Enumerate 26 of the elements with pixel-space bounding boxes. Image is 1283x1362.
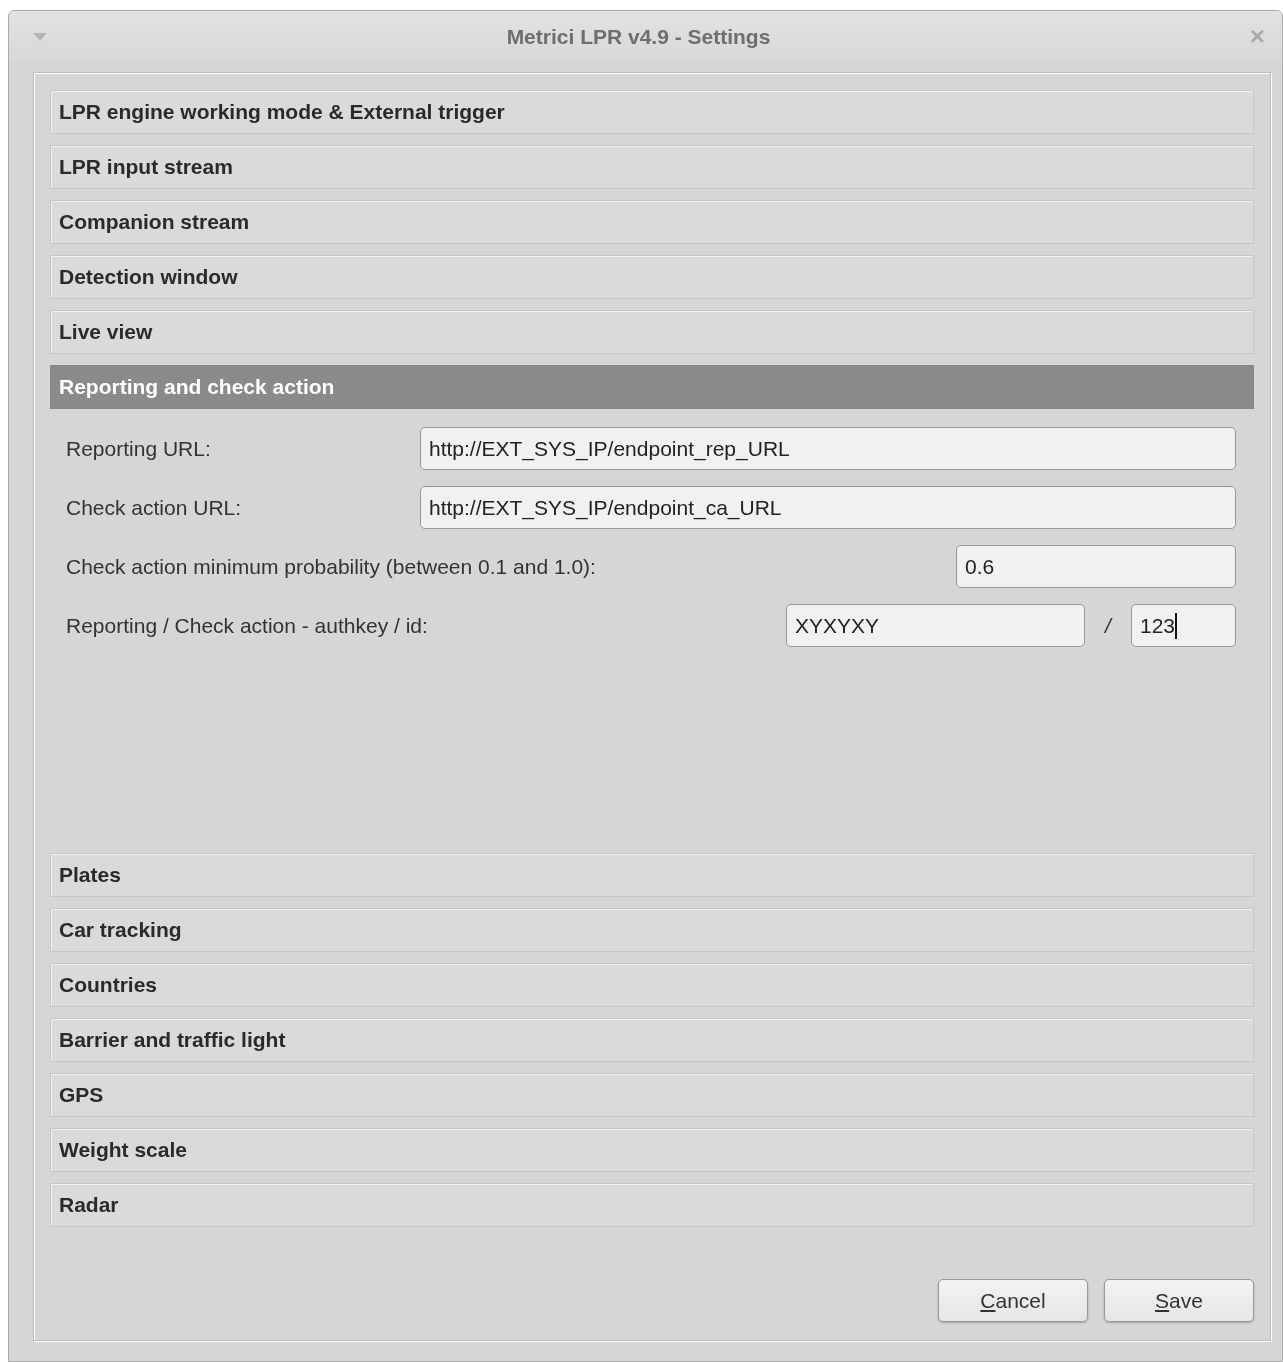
input-field[interactable]: http://EXT_SYS_IP/endpoint_ca_URL xyxy=(420,486,1236,529)
section-header[interactable]: Radar xyxy=(50,1183,1254,1227)
section-header[interactable]: LPR input stream xyxy=(50,145,1254,189)
section-header[interactable]: Weight scale xyxy=(50,1128,1254,1172)
separator-text: / xyxy=(1103,613,1114,638)
section-header[interactable]: LPR engine working mode & External trigger xyxy=(50,90,1254,134)
section-header[interactable]: Barrier and traffic light xyxy=(50,1018,1254,1062)
section-header[interactable]: Plates xyxy=(50,853,1254,897)
dropdown-arrow-icon[interactable] xyxy=(33,32,47,41)
input-field[interactable]: XYXYXY xyxy=(786,604,1085,647)
section-header[interactable]: Live view xyxy=(50,310,1254,354)
input-field[interactable]: 0.6 xyxy=(956,545,1236,588)
section-header[interactable]: GPS xyxy=(50,1073,1254,1117)
input-field[interactable]: http://EXT_SYS_IP/endpoint_rep_URL xyxy=(420,427,1236,470)
input-field[interactable]: 123 xyxy=(1131,604,1236,647)
section-header[interactable]: Detection window xyxy=(50,255,1254,299)
section-header[interactable]: Car tracking xyxy=(50,908,1254,952)
dialog-button[interactable]: Cancel xyxy=(938,1279,1088,1322)
dialog-button[interactable]: Save xyxy=(1104,1279,1254,1322)
window-title: Metrici LPR v4.9 - Settings xyxy=(506,24,771,49)
field-label: Check action minimum probability (between 0.1 and 1.0): xyxy=(66,554,597,579)
field-label: Check action URL: xyxy=(66,495,243,520)
field-label: Reporting / Check action - authkey / id: xyxy=(66,613,429,638)
section-header[interactable]: Companion stream xyxy=(50,200,1254,244)
section-header[interactable]: Countries xyxy=(50,963,1254,1007)
field-label: Reporting URL: xyxy=(66,436,212,461)
